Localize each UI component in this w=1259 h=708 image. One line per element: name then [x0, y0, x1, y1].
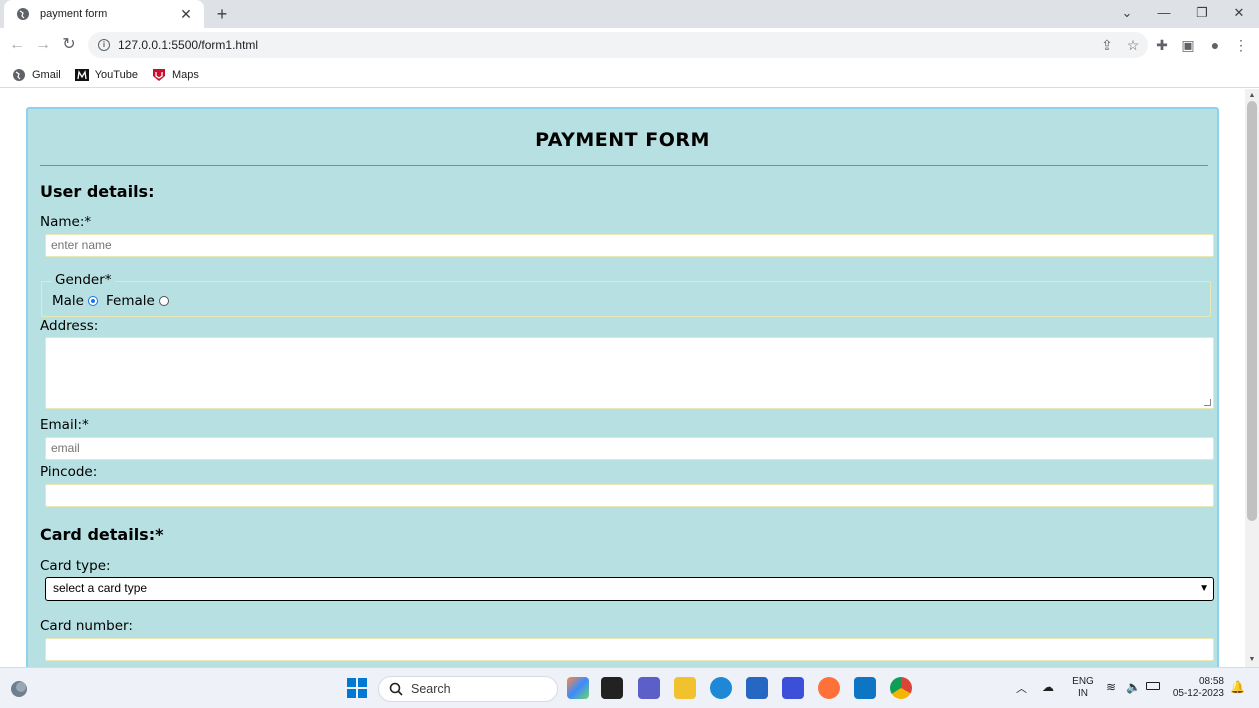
card-number-label: Card number: — [40, 618, 133, 634]
gender-female-label: Female — [105, 293, 155, 309]
clock-date: 05-12-2023 — [1172, 688, 1224, 699]
close-window-button[interactable]: ✕ — [1228, 3, 1250, 23]
language-indicator[interactable]: ENG IN — [1070, 676, 1096, 700]
bookmark-youtube[interactable]: YouTube — [74, 68, 138, 82]
page-viewport: PAYMENT FORM User details: Name:* enter … — [0, 89, 1245, 667]
chevron-down-icon[interactable]: ⌄ — [1116, 3, 1138, 23]
chevron-up-icon[interactable]: ︿ — [1016, 680, 1027, 696]
teams-icon[interactable] — [638, 677, 660, 699]
edge-icon[interactable] — [710, 677, 732, 699]
divider — [40, 165, 1208, 166]
search-icon — [389, 682, 403, 696]
bookmark-star-icon[interactable]: ☆ — [1122, 34, 1144, 56]
bookmark-gmail[interactable]: Gmail — [12, 68, 61, 82]
volume-icon[interactable]: 🔈 — [1126, 680, 1141, 694]
close-tab-icon[interactable]: ✕ — [178, 6, 194, 22]
firefox-icon[interactable] — [818, 677, 840, 699]
extensions-icon[interactable]: ✚ — [1151, 34, 1173, 56]
chrome-icon[interactable] — [890, 677, 912, 699]
side-panel-icon[interactable]: ▣ — [1177, 34, 1199, 56]
address-textarea[interactable] — [45, 337, 1214, 409]
new-tab-button[interactable]: + — [212, 4, 232, 24]
task-view-icon[interactable] — [601, 677, 623, 699]
name-label: Name:* — [40, 214, 92, 230]
m-logo-icon — [74, 68, 89, 81]
url-text[interactable]: 127.0.0.1:5500/form1.html — [118, 38, 1096, 52]
forward-button[interactable]: → — [32, 34, 54, 56]
payment-form: PAYMENT FORM User details: Name:* enter … — [26, 107, 1219, 667]
windows-taskbar: Search ︿ ☁ ENG IN ≋ 🔈 08:58 05-12-2023 🔔 — [0, 667, 1259, 708]
browser-toolbar: ← → ↻ i 127.0.0.1:5500/form1.html ⇪ ☆ ✚ … — [0, 28, 1259, 62]
info-icon[interactable]: i — [98, 39, 110, 51]
gender-male-radio[interactable] — [87, 296, 98, 306]
card-type-selected: select a card type — [53, 581, 148, 595]
gender-fieldset — [41, 281, 1211, 317]
tab-strip: payment form ✕ + ⌄ — ❐ ✕ — [0, 0, 1259, 28]
card-details-heading: Card details:* — [40, 525, 164, 544]
tab-title: payment form — [40, 8, 108, 20]
page-scrollbar[interactable]: ▲ ▼ — [1245, 89, 1259, 667]
gender-legend: Gender* — [52, 272, 115, 288]
tab-payment-form[interactable]: payment form ✕ — [4, 0, 204, 28]
app-icon[interactable] — [782, 677, 804, 699]
notification-bell-icon[interactable]: 🔔 — [1230, 680, 1245, 694]
card-type-select[interactable]: select a card type ▼ — [45, 577, 1214, 601]
email-label: Email:* — [40, 417, 89, 433]
vscode-icon[interactable] — [854, 677, 876, 699]
file-explorer-icon[interactable] — [674, 677, 696, 699]
email-input[interactable]: email — [45, 437, 1214, 460]
clock-time: 08:58 — [1198, 676, 1224, 687]
profile-avatar-icon[interactable]: ● — [1204, 34, 1226, 56]
battery-icon[interactable] — [1146, 682, 1160, 690]
onedrive-cloud-icon[interactable]: ☁ — [1042, 680, 1054, 694]
bookmarks-bar: Gmail YouTube Maps — [0, 62, 1259, 88]
share-icon[interactable]: ⇪ — [1096, 34, 1118, 56]
gender-options: Male Female — [52, 293, 177, 309]
card-number-input[interactable] — [45, 638, 1214, 661]
user-details-heading: User details: — [40, 182, 155, 201]
bookmark-maps[interactable]: Maps — [152, 68, 199, 82]
shield-logo-icon — [152, 68, 165, 81]
gender-male-label: Male — [52, 293, 84, 309]
globe-icon — [17, 8, 29, 20]
pincode-input[interactable] — [45, 484, 1214, 507]
address-label: Address: — [40, 318, 99, 334]
windows-start-icon[interactable] — [346, 677, 368, 699]
address-bar[interactable]: i 127.0.0.1:5500/form1.html ⇪ ☆ — [88, 32, 1148, 58]
back-button[interactable]: ← — [6, 34, 28, 56]
scroll-up-arrow-icon[interactable]: ▲ — [1245, 91, 1259, 101]
reload-button[interactable]: ↻ — [58, 34, 80, 56]
chevron-down-icon: ▼ — [1199, 583, 1209, 594]
gender-female-radio[interactable] — [158, 296, 169, 306]
page-title: PAYMENT FORM — [535, 129, 710, 151]
wifi-icon[interactable]: ≋ — [1106, 680, 1116, 694]
language-code: ENG — [1072, 676, 1094, 687]
bookmark-label: YouTube — [94, 68, 138, 81]
taskbar-search-box[interactable]: Search — [378, 676, 558, 702]
resize-handle-icon[interactable] — [1204, 399, 1211, 406]
maximize-button[interactable]: ❐ — [1191, 3, 1213, 23]
bookmark-label: Maps — [171, 68, 199, 81]
card-type-label: Card type: — [40, 558, 111, 574]
ms-store-icon[interactable] — [746, 677, 768, 699]
language-region: IN — [1078, 688, 1088, 699]
menu-kebab-icon[interactable]: ⋮ — [1230, 34, 1252, 56]
copilot-icon[interactable] — [567, 677, 589, 699]
scroll-down-arrow-icon[interactable]: ▼ — [1245, 655, 1259, 665]
scroll-thumb[interactable] — [1247, 101, 1257, 521]
search-label: Search — [411, 682, 451, 696]
weather-widget-icon[interactable] — [8, 678, 30, 700]
name-input[interactable]: enter name — [45, 234, 1214, 257]
bookmark-label: Gmail — [32, 68, 61, 81]
system-clock[interactable]: 08:58 05-12-2023 — [1170, 676, 1224, 700]
minimize-button[interactable]: — — [1153, 3, 1175, 23]
pincode-label: Pincode: — [40, 464, 98, 480]
globe-icon — [13, 68, 25, 81]
